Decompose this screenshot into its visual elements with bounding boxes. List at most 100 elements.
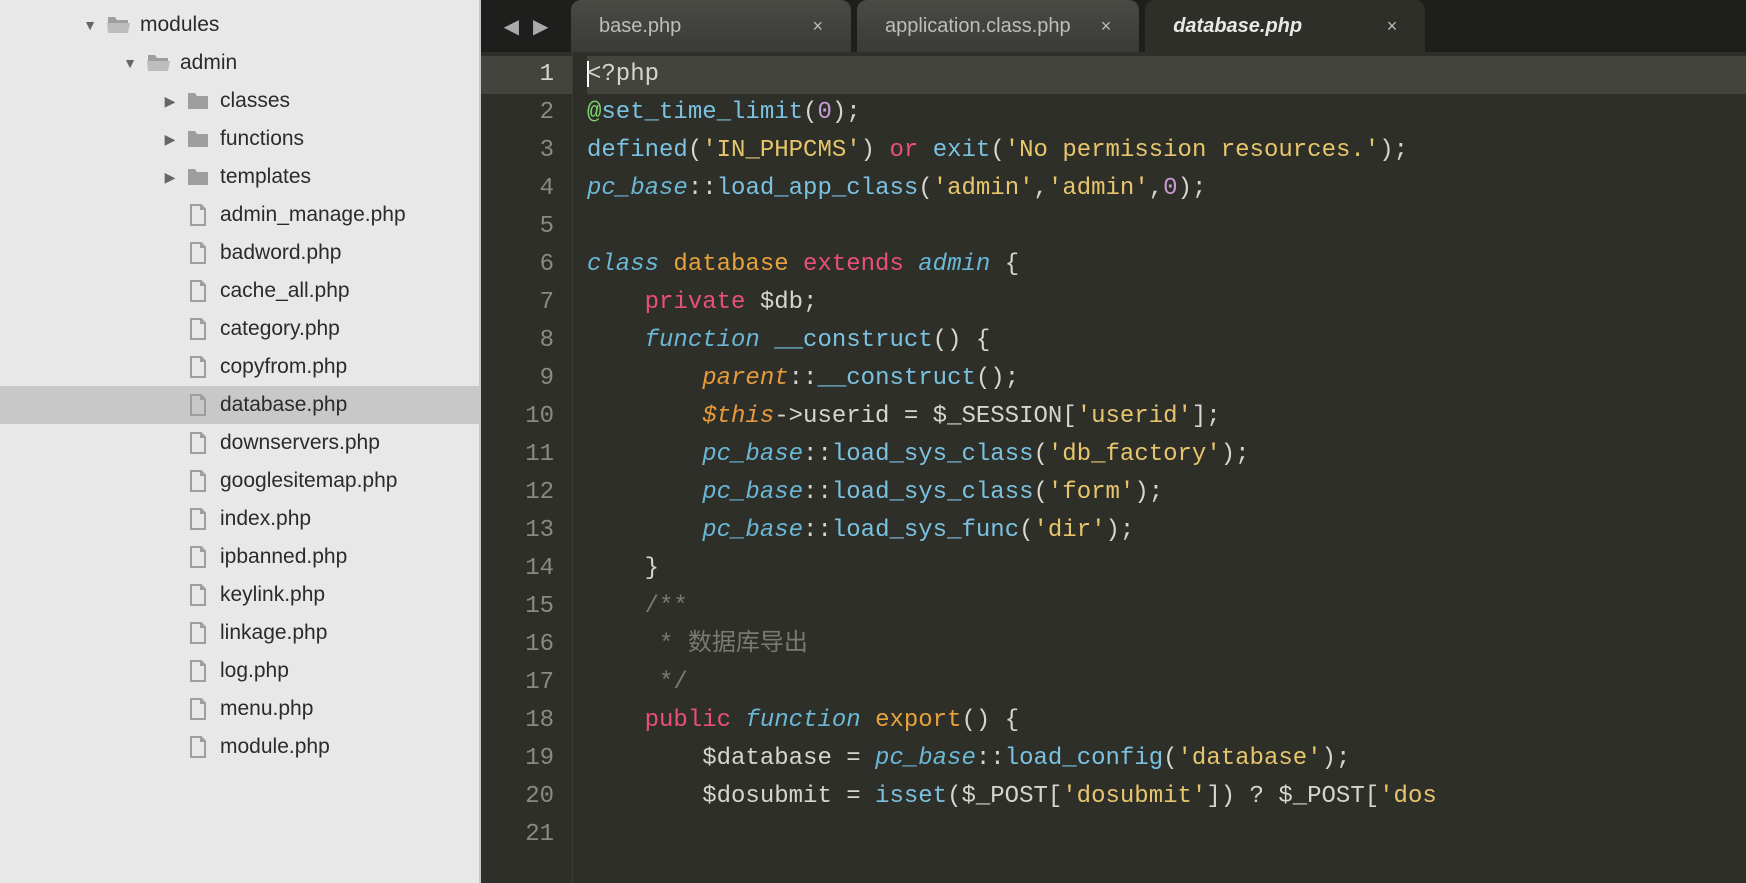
close-icon[interactable]: × xyxy=(1387,16,1398,37)
tree-file[interactable]: admin_manage.php xyxy=(0,196,479,234)
code-line[interactable]: pc_base::load_sys_class('db_factory'); xyxy=(587,436,1746,474)
line-number: 15 xyxy=(481,588,554,626)
file-icon xyxy=(182,241,214,265)
tree-folder[interactable]: ▶ templates xyxy=(0,158,479,196)
tree-file[interactable]: downservers.php xyxy=(0,424,479,462)
line-gutter: 123456789101112131415161718192021 xyxy=(481,52,573,883)
tab-label: database.php xyxy=(1173,15,1302,38)
folder-icon xyxy=(182,165,214,189)
file-icon xyxy=(182,697,214,721)
tab-prev-icon[interactable]: ◀ xyxy=(504,14,519,39)
tree-item-label: googlesitemap.php xyxy=(220,469,397,493)
tree-item-label: index.php xyxy=(220,507,311,531)
line-number: 1 xyxy=(481,56,572,94)
tree-folder[interactable]: ▶ functions xyxy=(0,120,479,158)
tree-file[interactable]: badword.php xyxy=(0,234,479,272)
tab-label: application.class.php xyxy=(885,15,1071,38)
tree-file[interactable]: log.php xyxy=(0,652,479,690)
folder-icon xyxy=(182,127,214,151)
tree-item-label: ipbanned.php xyxy=(220,545,347,569)
chevron-right-icon[interactable]: ▶ xyxy=(158,131,182,148)
file-icon xyxy=(182,279,214,303)
line-number: 6 xyxy=(481,246,554,284)
tree-file[interactable]: keylink.php xyxy=(0,576,479,614)
code-line[interactable]: parent::__construct(); xyxy=(587,360,1746,398)
tree-file[interactable]: module.php xyxy=(0,728,479,766)
tree-folder[interactable]: ▶ classes xyxy=(0,82,479,120)
tree-item-label: admin xyxy=(180,51,237,75)
code-line[interactable]: pc_base::load_sys_class('form'); xyxy=(587,474,1746,512)
close-icon[interactable]: × xyxy=(1101,16,1112,37)
tree-item-label: linkage.php xyxy=(220,621,327,645)
tab-bar: ◀ ▶ base.php×application.class.php×datab… xyxy=(481,0,1746,52)
chevron-right-icon[interactable]: ▶ xyxy=(158,169,182,186)
file-icon xyxy=(182,659,214,683)
file-icon xyxy=(182,203,214,227)
editor-tab[interactable]: base.php× xyxy=(571,0,851,52)
tree-item-label: log.php xyxy=(220,659,289,683)
file-tree[interactable]: ▼modules▼admin▶classes▶functions▶templat… xyxy=(0,0,481,883)
code-line[interactable]: } xyxy=(587,550,1746,588)
code-content[interactable]: <?php@set_time_limit(0);defined('IN_PHPC… xyxy=(573,52,1746,883)
tree-item-label: functions xyxy=(220,127,304,151)
code-line[interactable]: * 数据库导出 xyxy=(587,626,1746,664)
folder-open-icon xyxy=(142,51,174,75)
code-line[interactable] xyxy=(587,208,1746,246)
tree-file[interactable]: copyfrom.php xyxy=(0,348,479,386)
code-line[interactable]: @set_time_limit(0); xyxy=(587,94,1746,132)
chevron-right-icon[interactable]: ▶ xyxy=(158,93,182,110)
code-line[interactable]: private $db; xyxy=(587,284,1746,322)
code-line[interactable]: /** xyxy=(587,588,1746,626)
code-line[interactable]: $this->userid = $_SESSION['userid']; xyxy=(587,398,1746,436)
editor-tab[interactable]: application.class.php × xyxy=(857,0,1139,52)
tree-file[interactable]: ipbanned.php xyxy=(0,538,479,576)
tree-folder[interactable]: ▼ admin xyxy=(0,44,479,82)
tree-file[interactable]: googlesitemap.php xyxy=(0,462,479,500)
tree-item-label: module.php xyxy=(220,735,330,759)
code-line[interactable]: $dosubmit = isset($_POST['dosubmit']) ? … xyxy=(587,778,1746,816)
tree-folder[interactable]: ▼modules xyxy=(0,6,479,44)
tree-file[interactable]: database.php xyxy=(0,386,479,424)
code-line[interactable]: pc_base::load_sys_func('dir'); xyxy=(587,512,1746,550)
line-number: 20 xyxy=(481,778,554,816)
code-line[interactable]: pc_base::load_app_class('admin','admin',… xyxy=(587,170,1746,208)
tree-item-label: classes xyxy=(220,89,290,113)
code-line[interactable]: $database = pc_base::load_config('databa… xyxy=(587,740,1746,778)
file-icon xyxy=(182,317,214,341)
code-line[interactable]: function __construct() { xyxy=(587,322,1746,360)
chevron-down-icon[interactable]: ▼ xyxy=(78,17,102,33)
tree-item-label: downservers.php xyxy=(220,431,380,455)
tree-item-label: database.php xyxy=(220,393,347,417)
code-line[interactable]: class database extends admin { xyxy=(587,246,1746,284)
tree-item-label: templates xyxy=(220,165,311,189)
tree-item-label: admin_manage.php xyxy=(220,203,406,227)
line-number: 12 xyxy=(481,474,554,512)
chevron-down-icon[interactable]: ▼ xyxy=(118,55,142,71)
tree-file[interactable]: menu.php xyxy=(0,690,479,728)
editor-tab[interactable]: database.php × xyxy=(1145,0,1425,52)
editor-body[interactable]: 123456789101112131415161718192021 <?php@… xyxy=(481,52,1746,883)
tree-file[interactable]: category.php xyxy=(0,310,479,348)
line-number: 16 xyxy=(481,626,554,664)
tree-item-label: category.php xyxy=(220,317,340,341)
code-line[interactable]: defined('IN_PHPCMS') or exit('No permiss… xyxy=(587,132,1746,170)
code-line[interactable]: */ xyxy=(587,664,1746,702)
close-icon[interactable]: × xyxy=(812,16,823,37)
code-line[interactable]: public function export() { xyxy=(587,702,1746,740)
code-line[interactable]: <?php xyxy=(587,56,1746,94)
line-number: 19 xyxy=(481,740,554,778)
tab-next-icon[interactable]: ▶ xyxy=(533,14,548,39)
line-number: 21 xyxy=(481,816,554,854)
folder-open-icon xyxy=(102,13,134,37)
tree-file[interactable]: linkage.php xyxy=(0,614,479,652)
tree-file[interactable]: index.php xyxy=(0,500,479,538)
line-number: 4 xyxy=(481,170,554,208)
line-number: 14 xyxy=(481,550,554,588)
editor-area: ◀ ▶ base.php×application.class.php×datab… xyxy=(481,0,1746,883)
tree-file[interactable]: cache_all.php xyxy=(0,272,479,310)
tab-nav: ◀ ▶ xyxy=(481,0,571,52)
tree-item-label: copyfrom.php xyxy=(220,355,347,379)
folder-icon xyxy=(182,89,214,113)
line-number: 13 xyxy=(481,512,554,550)
tree-item-label: menu.php xyxy=(220,697,313,721)
